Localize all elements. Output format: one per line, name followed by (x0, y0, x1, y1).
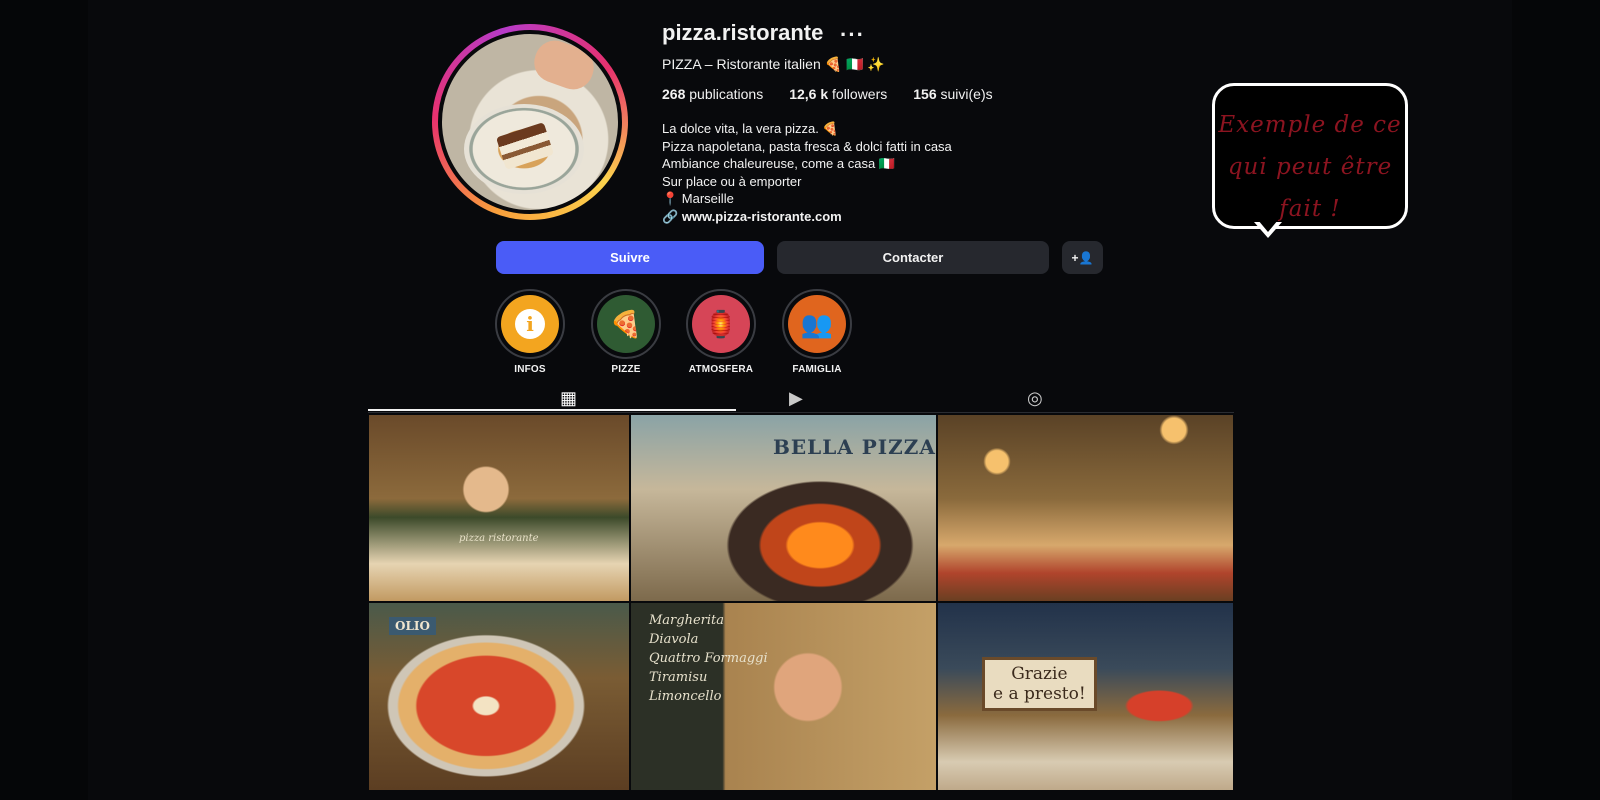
profile-tabs: ▦ ▶ ◎ (368, 382, 1234, 413)
highlight-pizze[interactable]: 🍕 PIZZE (591, 289, 661, 375)
post-caption: Margherita Diavola Quattro Formaggi Tira… (649, 613, 768, 704)
highlight-ring: 🏮 (686, 289, 756, 359)
info-glyph: i (515, 309, 545, 339)
profile-full-name: PIZZA – Ristorante italien 🍕 🇮🇹 ✨ (662, 56, 885, 72)
info-icon: i (501, 295, 559, 353)
follow-button[interactable]: Suivre (496, 241, 764, 274)
highlight-ring: i (495, 289, 565, 359)
highlight-label: FAMIGLIA (792, 364, 842, 375)
active-tab-indicator (368, 409, 736, 411)
website-url: www.pizza-ristorante.com (681, 208, 842, 224)
bubble-tail-inner (1258, 220, 1278, 232)
lantern-icon: 🏮 (692, 295, 750, 353)
people-icon: 👥 (788, 295, 846, 353)
post-tile[interactable]: Grazie e a presto! (938, 603, 1233, 790)
highlight-infos[interactable]: i INFOS (495, 289, 565, 375)
website-link[interactable]: 🔗 www.pizza-ristorante.com (662, 208, 952, 226)
following-label: suivi(e)s (940, 86, 993, 102)
contact-button[interactable]: Contacter (777, 241, 1049, 274)
following-count: 156 (913, 86, 937, 102)
pizza-slice-icon: 🍕 (597, 295, 655, 353)
post-tile[interactable]: pizza ristorante (369, 415, 629, 601)
annotation-speech-bubble: Exemple de ce qui peut être fait ! (1212, 83, 1408, 229)
post-tile[interactable]: Margherita Diavola Quattro Formaggi Tira… (631, 603, 936, 790)
bio-line: Pizza napoletana, pasta fresca & dolci f… (662, 138, 952, 154)
posts-grid: pizza ristorante BELLA PIZZA OLIO Marghe… (369, 415, 1233, 790)
link-icon: 🔗 (662, 208, 679, 224)
bio-line: Ambiance chaleureuse, come a casa 🇮🇹 (662, 156, 895, 172)
post-caption: OLIO (389, 617, 436, 635)
followers-label: followers (832, 86, 888, 102)
highlight-atmosfera[interactable]: 🏮 ATMOSFERA (686, 289, 756, 375)
tagged-icon[interactable]: ◎ (1027, 388, 1043, 409)
highlight-ring: 👥 (782, 289, 852, 359)
highlight-famiglia[interactable]: 👥 FAMIGLIA (782, 289, 852, 375)
add-user-icon[interactable]: +👤 (1062, 241, 1103, 274)
profile-avatar-ring[interactable] (432, 24, 628, 220)
bio-line: Sur place ou à emporter (662, 173, 802, 189)
profile-stats: 268 publications 12,6 k followers 156 su… (662, 86, 993, 102)
post-tile[interactable]: OLIO (369, 603, 629, 790)
post-caption: BELLA PIZZA (773, 435, 936, 459)
highlight-label: PIZZE (611, 364, 641, 375)
annotation-text: Exemple de ce qui peut être fait ! (1218, 112, 1402, 222)
post-tile[interactable] (938, 415, 1233, 601)
post-caption: Grazie e a presto! (982, 657, 1097, 711)
profile-username: pizza.ristorante (662, 20, 824, 45)
profile-bio: La dolce vita, la vera pizza. 🍕 Pizza na… (662, 120, 952, 226)
posts-stat[interactable]: 268 publications (662, 86, 763, 102)
posts-label: publications (689, 86, 764, 102)
bio-location: 📍 Marseille (662, 191, 734, 207)
following-stat[interactable]: 156 suivi(e)s (913, 86, 992, 102)
more-options-icon[interactable]: ··· (840, 22, 865, 48)
posts-count: 268 (662, 86, 686, 102)
profile-avatar[interactable] (438, 30, 622, 214)
post-caption: pizza ristorante (459, 533, 539, 544)
bio-line: La dolce vita, la vera pizza. 🍕 (662, 121, 839, 136)
highlight-label: ATMOSFERA (688, 364, 754, 375)
reels-icon[interactable]: ▶ (789, 388, 803, 409)
followers-stat[interactable]: 12,6 k followers (789, 86, 887, 102)
highlight-ring: 🍕 (591, 289, 661, 359)
avatar-hand (528, 35, 600, 95)
post-tile[interactable]: BELLA PIZZA (631, 415, 936, 601)
grid-icon[interactable]: ▦ (560, 388, 577, 409)
highlight-label: INFOS (514, 364, 546, 375)
followers-count: 12,6 k (789, 86, 829, 102)
